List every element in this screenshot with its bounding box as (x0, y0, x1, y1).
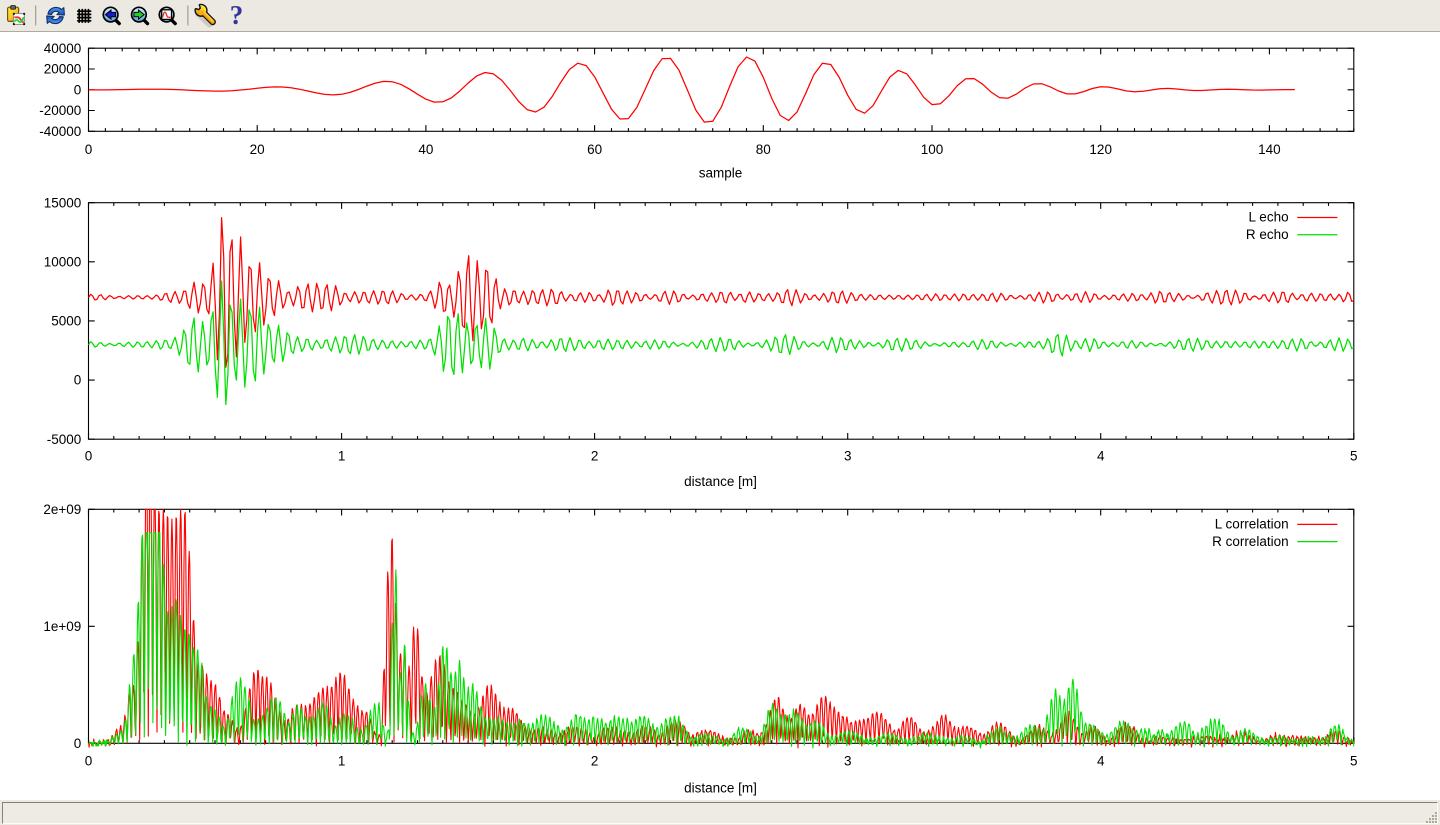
svg-text:1: 1 (338, 449, 346, 464)
svg-text:?: ? (230, 0, 244, 30)
svg-text:0: 0 (74, 736, 82, 751)
svg-text:4: 4 (1097, 449, 1105, 464)
svg-text:15000: 15000 (44, 195, 82, 210)
svg-text:140: 140 (1258, 142, 1281, 157)
svg-text:-40000: -40000 (39, 124, 81, 139)
svg-text:1: 1 (338, 754, 346, 769)
svg-text:0: 0 (85, 142, 93, 157)
svg-text:60: 60 (587, 142, 602, 157)
svg-text:-5000: -5000 (47, 432, 82, 447)
svg-text:-20000: -20000 (39, 103, 81, 118)
svg-text:4: 4 (1097, 754, 1105, 769)
svg-text:40: 40 (418, 142, 433, 157)
svg-text:L correlation: L correlation (1215, 517, 1289, 532)
svg-text:120: 120 (1089, 142, 1112, 157)
svg-text:distance [m]: distance [m] (684, 781, 757, 796)
svg-text:0: 0 (85, 754, 93, 769)
svg-text:100: 100 (921, 142, 944, 157)
svg-text:0: 0 (74, 373, 82, 388)
svg-text:sample: sample (699, 166, 743, 181)
svg-text:2: 2 (591, 449, 599, 464)
svg-text:20: 20 (250, 142, 265, 157)
svg-text:R correlation: R correlation (1212, 534, 1289, 549)
svg-text:5000: 5000 (51, 314, 81, 329)
svg-text:10000: 10000 (44, 254, 82, 269)
svg-text:0: 0 (85, 449, 93, 464)
svg-text:L echo: L echo (1249, 210, 1289, 225)
svg-text:distance [m]: distance [m] (684, 474, 757, 489)
svg-text:1e+09: 1e+09 (43, 619, 81, 634)
svg-text:5: 5 (1350, 754, 1358, 769)
svg-text:80: 80 (756, 142, 771, 157)
svg-text:3: 3 (844, 754, 852, 769)
svg-text:0: 0 (74, 82, 82, 97)
svg-text:20000: 20000 (44, 62, 82, 77)
svg-text:R echo: R echo (1246, 227, 1289, 242)
svg-text:5: 5 (1350, 449, 1358, 464)
svg-text:2e+09: 2e+09 (43, 502, 81, 517)
svg-text:40000: 40000 (44, 41, 82, 56)
svg-text:3: 3 (844, 449, 852, 464)
svg-text:2: 2 (591, 754, 599, 769)
